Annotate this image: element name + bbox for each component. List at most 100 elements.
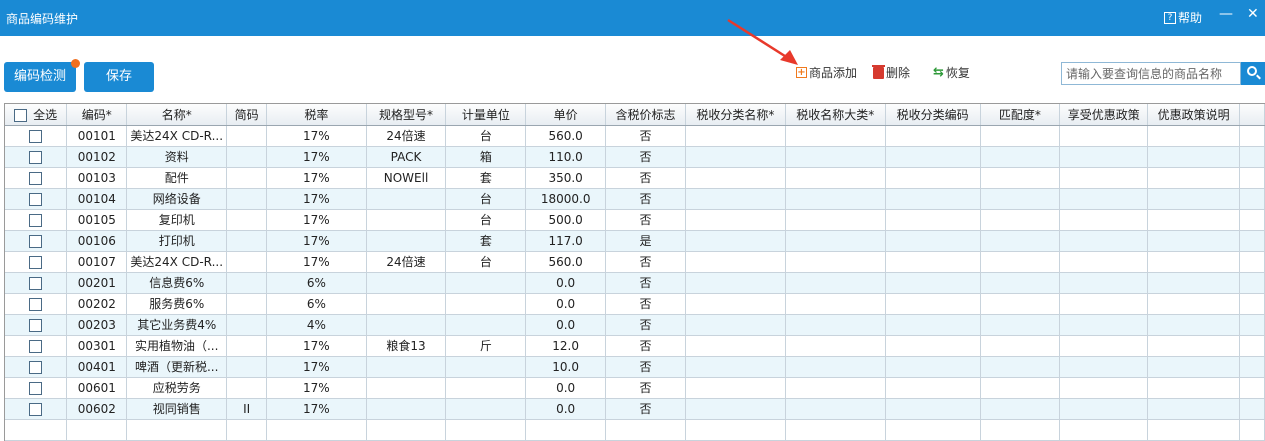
table-cell[interactable]: 箱 bbox=[445, 146, 527, 168]
column-header[interactable]: 名称* bbox=[126, 104, 228, 126]
table-cell[interactable]: 0.0 bbox=[525, 293, 607, 315]
table-cell[interactable]: 台 bbox=[445, 251, 527, 273]
table-cell[interactable]: 00104 bbox=[66, 188, 128, 210]
table-cell[interactable] bbox=[226, 188, 268, 210]
table-row[interactable]: 00201 信息费6% 6% 0.0 否 bbox=[5, 272, 1265, 294]
table-cell[interactable] bbox=[1059, 314, 1149, 336]
row-select-cell[interactable] bbox=[5, 314, 68, 336]
table-cell[interactable] bbox=[1059, 209, 1149, 231]
table-cell[interactable] bbox=[685, 272, 786, 294]
table-cell[interactable] bbox=[685, 356, 786, 378]
table-row[interactable]: 00103 配件 17% NOWEll 套 350.0 否 bbox=[5, 167, 1265, 189]
table-cell[interactable] bbox=[366, 272, 447, 294]
table-cell[interactable]: 24倍速 bbox=[366, 125, 447, 147]
table-row[interactable]: 00106 打印机 17% 套 117.0 是 bbox=[5, 230, 1265, 252]
table-cell[interactable] bbox=[685, 251, 786, 273]
table-cell[interactable] bbox=[980, 272, 1061, 294]
table-cell[interactable]: 信息费6% bbox=[126, 272, 228, 294]
table-cell[interactable] bbox=[1147, 398, 1241, 420]
row-select-cell[interactable] bbox=[5, 209, 68, 231]
table-cell[interactable]: 否 bbox=[605, 314, 686, 336]
table-cell[interactable]: 否 bbox=[605, 335, 686, 357]
table-cell[interactable]: 17% bbox=[266, 356, 367, 378]
table-cell[interactable]: 否 bbox=[605, 125, 686, 147]
table-row[interactable]: 00401 啤酒（更新税... 17% 10.0 否 bbox=[5, 356, 1265, 378]
table-cell[interactable] bbox=[980, 125, 1061, 147]
table-cell[interactable] bbox=[785, 356, 886, 378]
table-cell[interactable] bbox=[785, 335, 886, 357]
table-cell[interactable] bbox=[980, 188, 1061, 210]
table-cell[interactable] bbox=[1059, 293, 1149, 315]
row-checkbox[interactable] bbox=[29, 129, 43, 143]
table-row[interactable]: 00105 复印机 17% 台 500.0 否 bbox=[5, 209, 1265, 231]
table-cell[interactable]: 17% bbox=[266, 167, 367, 189]
table-cell[interactable] bbox=[885, 356, 981, 378]
row-checkbox[interactable] bbox=[29, 234, 43, 248]
table-cell[interactable]: 17% bbox=[266, 230, 367, 252]
table-cell[interactable] bbox=[1147, 146, 1241, 168]
table-cell[interactable] bbox=[226, 167, 268, 189]
table-cell[interactable] bbox=[980, 167, 1061, 189]
column-header[interactable]: 规格型号* bbox=[366, 104, 447, 126]
table-cell[interactable] bbox=[1059, 335, 1149, 357]
table-cell[interactable]: 否 bbox=[605, 167, 686, 189]
table-cell[interactable] bbox=[445, 272, 527, 294]
table-cell[interactable] bbox=[685, 188, 786, 210]
table-cell[interactable] bbox=[885, 377, 981, 399]
table-cell[interactable] bbox=[525, 419, 607, 441]
table-cell[interactable]: 复印机 bbox=[126, 209, 228, 231]
table-cell[interactable]: 00103 bbox=[66, 167, 128, 189]
row-select-cell[interactable] bbox=[5, 356, 68, 378]
table-cell[interactable] bbox=[66, 419, 128, 441]
table-cell[interactable]: 00201 bbox=[66, 272, 128, 294]
table-cell[interactable] bbox=[1059, 230, 1149, 252]
row-select-cell[interactable] bbox=[5, 377, 68, 399]
table-cell[interactable] bbox=[226, 335, 268, 357]
table-cell[interactable] bbox=[226, 209, 268, 231]
table-cell[interactable] bbox=[685, 209, 786, 231]
table-cell[interactable]: 6% bbox=[266, 272, 367, 294]
table-cell[interactable]: 110.0 bbox=[525, 146, 607, 168]
table-cell[interactable] bbox=[785, 146, 886, 168]
table-cell[interactable]: 17% bbox=[266, 251, 367, 273]
help-button[interactable]: ? 帮助 bbox=[1164, 9, 1202, 26]
row-select-cell[interactable] bbox=[5, 335, 68, 357]
table-cell[interactable]: 17% bbox=[266, 209, 367, 231]
table-cell[interactable] bbox=[980, 209, 1061, 231]
table-cell[interactable] bbox=[1059, 167, 1149, 189]
table-row[interactable] bbox=[5, 419, 1265, 441]
table-cell[interactable] bbox=[1059, 188, 1149, 210]
row-select-cell[interactable] bbox=[5, 167, 68, 189]
table-cell[interactable] bbox=[1147, 125, 1241, 147]
table-cell[interactable]: 否 bbox=[605, 293, 686, 315]
table-cell[interactable]: 服务费6% bbox=[126, 293, 228, 315]
table-cell[interactable]: 否 bbox=[605, 272, 686, 294]
table-cell[interactable] bbox=[1059, 398, 1149, 420]
table-cell[interactable]: 560.0 bbox=[525, 251, 607, 273]
table-cell[interactable] bbox=[980, 230, 1061, 252]
row-select-cell[interactable] bbox=[5, 146, 68, 168]
column-header[interactable]: 计量单位 bbox=[445, 104, 527, 126]
table-cell[interactable] bbox=[685, 230, 786, 252]
table-cell[interactable] bbox=[1059, 251, 1149, 273]
table-cell[interactable]: 资料 bbox=[126, 146, 228, 168]
table-cell[interactable] bbox=[226, 146, 268, 168]
add-product-button[interactable]: + 商品添加 bbox=[796, 64, 857, 81]
table-cell[interactable]: 00601 bbox=[66, 377, 128, 399]
table-cell[interactable]: 否 bbox=[605, 356, 686, 378]
code-check-button[interactable]: 编码检测 bbox=[4, 59, 80, 92]
table-cell[interactable] bbox=[1147, 356, 1241, 378]
table-cell[interactable]: 17% bbox=[266, 398, 367, 420]
table-cell[interactable] bbox=[685, 146, 786, 168]
column-header[interactable]: 编码* bbox=[66, 104, 128, 126]
row-checkbox[interactable] bbox=[29, 402, 43, 416]
table-cell[interactable]: 0.0 bbox=[525, 314, 607, 336]
table-row[interactable]: 00102 资料 17% PACK 箱 110.0 否 bbox=[5, 146, 1265, 168]
row-checkbox[interactable] bbox=[29, 171, 43, 185]
table-cell[interactable] bbox=[226, 356, 268, 378]
table-cell[interactable] bbox=[1147, 230, 1241, 252]
row-checkbox[interactable] bbox=[29, 213, 43, 227]
table-row[interactable]: 00107 美达24X CD-R... 17% 24倍速台 560.0 否 bbox=[5, 251, 1265, 273]
search-button[interactable] bbox=[1241, 62, 1265, 85]
column-header[interactable]: 含税价标志 bbox=[605, 104, 686, 126]
